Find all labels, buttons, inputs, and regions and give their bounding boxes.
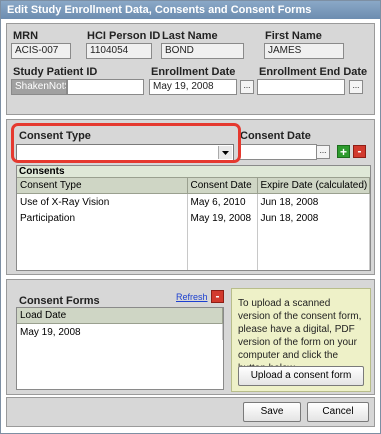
column-header[interactable]: Consent Date — [187, 178, 258, 194]
patient-section: MRN ACIS-007 HCI Person ID 1104054 Last … — [6, 23, 375, 115]
end-date-calendar-button[interactable]: ... — [349, 80, 363, 94]
end-date-label: Enrollment End Date — [259, 66, 368, 78]
table-row[interactable]: May 19, 2008 — [17, 323, 223, 340]
forms-column-headers: Load Date — [17, 308, 223, 324]
mrn-field: ACIS-007 — [11, 43, 71, 59]
table-cell: May 19, 2008 — [17, 323, 223, 340]
table-cell: Jun 18, 2008 — [257, 193, 370, 210]
mrn-label: MRN — [13, 30, 39, 42]
dialog-client: MRN ACIS-007 HCI Person ID 1104054 Last … — [4, 21, 377, 431]
remove-form-icon[interactable]: - — [211, 290, 224, 303]
empty-row — [17, 226, 370, 270]
enroll-date-calendar-button[interactable]: ... — [240, 80, 254, 94]
forms-section: Consent Forms Refresh - Load Date May 19… — [6, 279, 375, 395]
consent-date-calendar-button[interactable]: ... — [316, 145, 330, 159]
last-name-field: BOND — [161, 43, 244, 59]
last-name-label: Last Name — [162, 30, 218, 42]
table-cell: May 19, 2008 — [187, 210, 258, 226]
table-cell: Jun 18, 2008 — [257, 210, 370, 226]
consents-header: Consents — [17, 166, 370, 178]
end-date-input[interactable] — [257, 79, 345, 95]
table-cell: May 6, 2010 — [187, 193, 258, 210]
refresh-link[interactable]: Refresh — [176, 292, 208, 302]
table-row[interactable]: Use of X-Ray Vision May 6, 2010 Jun 18, … — [17, 193, 370, 210]
table-cell: Participation — [17, 210, 188, 226]
enroll-date-label: Enrollment Date — [151, 66, 236, 78]
highlight-outline — [11, 123, 241, 163]
enroll-date-input[interactable]: May 19, 2008 — [149, 79, 237, 95]
save-button[interactable]: Save — [243, 402, 301, 422]
window-title: Edit Study Enrollment Data, Consents and… — [1, 1, 380, 19]
column-header[interactable]: Consent Type — [17, 178, 188, 194]
study-id-input[interactable] — [67, 79, 144, 95]
consents-section: Consent Type Consent Date ... + - Consen… — [6, 119, 375, 275]
dialog-window: Edit Study Enrollment Data, Consents and… — [0, 0, 381, 434]
study-id-field-locked: ShakenNotStirred — [11, 79, 67, 95]
table-row[interactable]: Participation May 19, 2008 Jun 18, 2008 — [17, 210, 370, 226]
cancel-button[interactable]: Cancel — [307, 402, 369, 422]
consents-table: Consent Type Consent Date Expire Date (c… — [17, 178, 370, 270]
upload-info-text: To upload a scanned version of the conse… — [238, 298, 362, 374]
footer-bar: Save Cancel — [6, 397, 375, 427]
remove-consent-icon[interactable]: - — [353, 145, 366, 158]
forms-table: Load Date May 19, 2008 — [17, 308, 223, 340]
consents-column-headers: Consent Type Consent Date Expire Date (c… — [17, 178, 370, 194]
column-header[interactable]: Load Date — [17, 308, 223, 324]
table-cell: Use of X-Ray Vision — [17, 193, 188, 210]
add-consent-icon[interactable]: + — [337, 145, 350, 158]
column-header[interactable]: Expire Date (calculated) — [257, 178, 370, 194]
first-name-label: First Name — [265, 30, 322, 42]
study-id-label: Study Patient ID — [13, 66, 98, 78]
consents-table-wrap: Consent Type Consent Date Expire Date (c… — [17, 178, 370, 270]
forms-header: Consent Forms — [19, 295, 100, 307]
upload-consent-form-button[interactable]: Upload a consent form — [238, 366, 364, 386]
study-id-value: ShakenNotStirred — [15, 81, 66, 92]
consent-date-input[interactable] — [239, 144, 317, 160]
consent-date-label: Consent Date — [240, 130, 311, 142]
hci-field: 1104054 — [86, 43, 152, 59]
forms-grid: Load Date May 19, 2008 — [16, 307, 224, 390]
consents-grid: Consents Consent Type Consent Date Expir… — [16, 165, 371, 271]
hci-label: HCI Person ID — [87, 30, 161, 42]
first-name-field: JAMES — [264, 43, 344, 59]
